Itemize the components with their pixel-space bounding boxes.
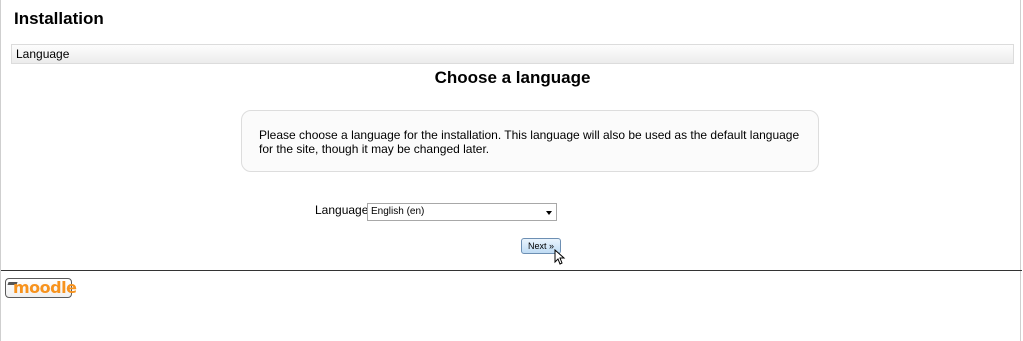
language-info-box: Please choose a language for the install… bbox=[241, 110, 819, 172]
dropdown-arrow-icon bbox=[546, 211, 552, 215]
mouse-cursor-icon bbox=[554, 249, 566, 265]
breadcrumb: Language bbox=[11, 44, 1014, 64]
moodle-logo[interactable]: moodle bbox=[5, 278, 77, 298]
moodle-logo-text: moodle bbox=[13, 278, 77, 297]
footer-divider bbox=[1, 270, 1022, 271]
language-select[interactable]: English (en) bbox=[367, 203, 557, 221]
page-heading: Installation bbox=[14, 9, 104, 28]
stage-title: Choose a language bbox=[434, 68, 591, 87]
language-info-text: Please choose a language for the install… bbox=[259, 128, 800, 156]
install-page: Installation Language Choose a language … bbox=[0, 0, 1022, 341]
language-select-value: English (en) bbox=[371, 206, 425, 217]
breadcrumb-item-language: Language bbox=[16, 47, 70, 61]
language-label: Language bbox=[315, 203, 369, 217]
